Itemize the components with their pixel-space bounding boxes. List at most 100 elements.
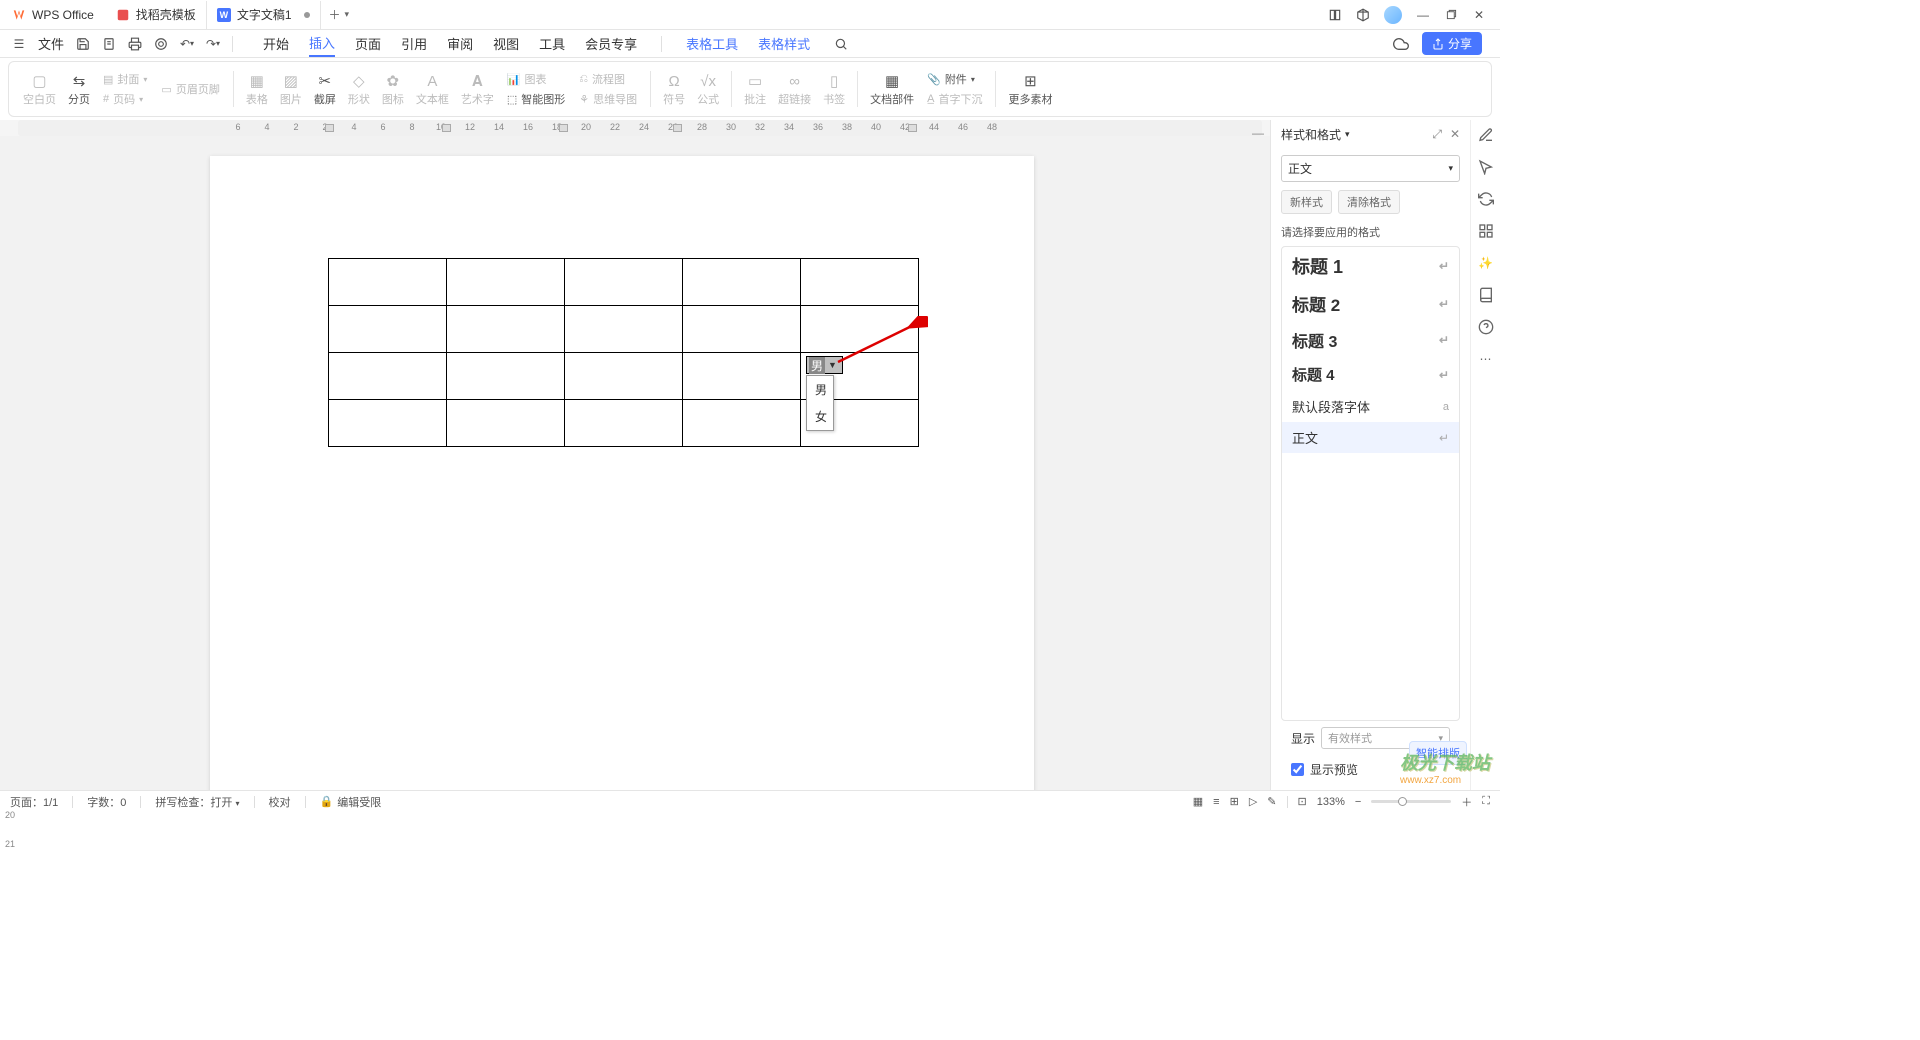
menu-tab[interactable]: 页面 xyxy=(355,31,381,56)
doc-parts-button[interactable]: ▦文档部件 xyxy=(864,62,920,116)
undo-icon[interactable]: ↶▾ xyxy=(176,33,198,55)
more-assets-button[interactable]: ⊞更多素材 xyxy=(1002,62,1058,116)
preview-checkbox[interactable] xyxy=(1291,763,1304,776)
symbol-button[interactable]: Ω符号 xyxy=(657,62,691,116)
dropcap-button[interactable]: A̲首字下沉 xyxy=(924,90,985,108)
search-icon[interactable] xyxy=(830,33,852,55)
fullscreen-icon[interactable]: ⛶ xyxy=(1482,795,1490,808)
form-dropdown[interactable]: 男 ▼ xyxy=(806,356,843,374)
pagination-button[interactable]: ⇆分页 xyxy=(62,62,96,116)
book-icon[interactable] xyxy=(1477,286,1495,304)
new-tab-button[interactable]: ＋ ▾ xyxy=(321,6,358,23)
zoom-slider[interactable] xyxy=(1371,800,1451,803)
view-page-icon[interactable]: ▦ xyxy=(1193,795,1203,808)
style-item[interactable]: 正文↵ xyxy=(1282,422,1459,453)
screenshot-button[interactable]: ✂截屏 xyxy=(308,62,342,116)
style-item[interactable]: 标题 1↵ xyxy=(1282,247,1459,285)
menu-tab[interactable]: 开始 xyxy=(263,31,289,56)
dropdown-option[interactable]: 男 xyxy=(807,376,833,403)
refresh-icon[interactable] xyxy=(1477,190,1495,208)
dropdown-option[interactable]: 女 xyxy=(807,403,833,430)
blank-page-button[interactable]: ▢空白页 xyxy=(17,62,62,116)
wordart-button[interactable]: 𝐀艺术字 xyxy=(455,62,500,116)
clear-format-button[interactable]: 清除格式 xyxy=(1338,190,1400,214)
header-footer-button[interactable]: ▭页眉页脚 xyxy=(158,80,222,98)
hyperlink-button[interactable]: ∞超链接 xyxy=(772,62,817,116)
share-button[interactable]: 分享 xyxy=(1422,32,1482,55)
user-avatar[interactable] xyxy=(1384,6,1402,24)
page-number-button[interactable]: #页码▾ xyxy=(100,90,150,108)
minimize-icon[interactable]: — xyxy=(1416,8,1430,22)
zoom-value[interactable]: 133% xyxy=(1317,796,1345,808)
more-icon[interactable]: ⋯ xyxy=(1477,350,1495,368)
hamburger-icon[interactable]: ☰ xyxy=(8,33,30,55)
view-print-icon[interactable]: ✎ xyxy=(1267,795,1276,808)
textbox-button[interactable]: A文本框 xyxy=(410,62,455,116)
chart-button[interactable]: 📊图表 xyxy=(504,70,568,88)
cover-button[interactable]: ▤封面▾ xyxy=(100,70,150,88)
style-item[interactable]: 默认段落字体a xyxy=(1282,391,1459,422)
attachment-button[interactable]: 📎附件▾ xyxy=(924,70,985,88)
print-icon[interactable] xyxy=(124,33,146,55)
zoom-out-icon[interactable]: − xyxy=(1355,796,1361,808)
zoom-in-icon[interactable]: ＋ xyxy=(1461,794,1472,810)
current-style-select[interactable]: 正文 ▾ xyxy=(1281,155,1460,182)
formula-button[interactable]: √x公式 xyxy=(691,62,725,116)
view-web-icon[interactable]: ⊞ xyxy=(1230,795,1239,808)
menu-tab[interactable]: 会员专享 xyxy=(585,31,637,56)
icons-button[interactable]: ✿图标 xyxy=(376,62,410,116)
smart-graphic-button[interactable]: ⬚智能图形 xyxy=(504,90,568,108)
style-item[interactable]: 标题 3↵ xyxy=(1282,322,1459,358)
style-item[interactable]: 标题 2↵ xyxy=(1282,285,1459,322)
bookmark-button[interactable]: ▯书签 xyxy=(817,62,851,116)
select-tool-icon[interactable] xyxy=(1477,158,1495,176)
proofing-status[interactable]: 校对 xyxy=(269,794,291,810)
smart-layout-button[interactable]: 智能排版 xyxy=(1409,741,1467,765)
close-icon[interactable]: ✕ xyxy=(1472,8,1486,22)
reader-mode-icon[interactable] xyxy=(1328,8,1342,22)
spell-check-status[interactable]: 拼写检查：打开 ▾ xyxy=(155,794,239,810)
comment-button[interactable]: ▭批注 xyxy=(738,62,772,116)
restricted-status[interactable]: 🔒编辑受限 xyxy=(320,794,382,810)
word-count[interactable]: 字数：0 xyxy=(87,794,126,810)
collapse-panel-icon[interactable]: — xyxy=(1252,126,1268,140)
menu-tab[interactable]: 引用 xyxy=(401,31,427,56)
image-button[interactable]: ▨图片 xyxy=(274,62,308,116)
view-read-icon[interactable]: ▷ xyxy=(1249,795,1257,808)
save-icon[interactable] xyxy=(72,33,94,55)
tab-document[interactable]: W 文字文稿1 xyxy=(207,1,321,29)
sparkle-icon[interactable]: ✨ xyxy=(1477,254,1495,272)
page-indicator[interactable]: 页面：1/1 xyxy=(10,794,58,810)
format-painter-icon[interactable] xyxy=(150,33,172,55)
cloud-icon[interactable] xyxy=(1390,33,1412,55)
menu-tab[interactable]: 审阅 xyxy=(447,31,473,56)
mindmap-button[interactable]: ⚘思维导图 xyxy=(576,90,640,108)
file-menu[interactable]: 文件 xyxy=(34,34,68,53)
menu-tab[interactable]: 视图 xyxy=(493,31,519,56)
redo-icon[interactable]: ↷▾ xyxy=(202,33,224,55)
cube-icon[interactable] xyxy=(1356,8,1370,22)
table-button[interactable]: ▦表格 xyxy=(240,62,274,116)
chevron-down-icon[interactable]: ▼ xyxy=(825,360,840,370)
menu-tab[interactable]: 工具 xyxy=(539,31,565,56)
canvas-viewport[interactable]: 男 ▼ 男 女 xyxy=(0,136,1270,790)
close-panel-icon[interactable]: ✕ xyxy=(1450,127,1460,142)
style-item[interactable]: 标题 4↵ xyxy=(1282,358,1459,391)
edit-tool-icon[interactable] xyxy=(1477,126,1495,144)
new-style-button[interactable]: 新样式 xyxy=(1281,190,1332,214)
chevron-down-icon[interactable]: ▾ xyxy=(1345,129,1350,140)
shapes-button[interactable]: ◇形状 xyxy=(342,62,376,116)
help-icon[interactable] xyxy=(1477,318,1495,336)
print-preview-icon[interactable] xyxy=(98,33,120,55)
menu-tab[interactable]: 表格样式 xyxy=(758,31,810,56)
view-outline-icon[interactable]: ≡ xyxy=(1213,796,1219,808)
menu-tab[interactable]: 插入 xyxy=(309,30,335,57)
pin-icon[interactable]: ⤢ xyxy=(1432,127,1442,142)
menu-tab[interactable]: 表格工具 xyxy=(686,31,738,56)
layers-icon[interactable] xyxy=(1477,222,1495,240)
document-page[interactable]: 男 ▼ 男 女 xyxy=(210,156,1034,790)
horizontal-ruler[interactable]: 6422468101214161820222426283032343638404… xyxy=(18,120,1262,136)
tab-templates[interactable]: 找稻壳模板 xyxy=(106,1,207,29)
maximize-icon[interactable] xyxy=(1444,8,1458,22)
flowchart-button[interactable]: ⎌流程图 xyxy=(576,70,640,88)
